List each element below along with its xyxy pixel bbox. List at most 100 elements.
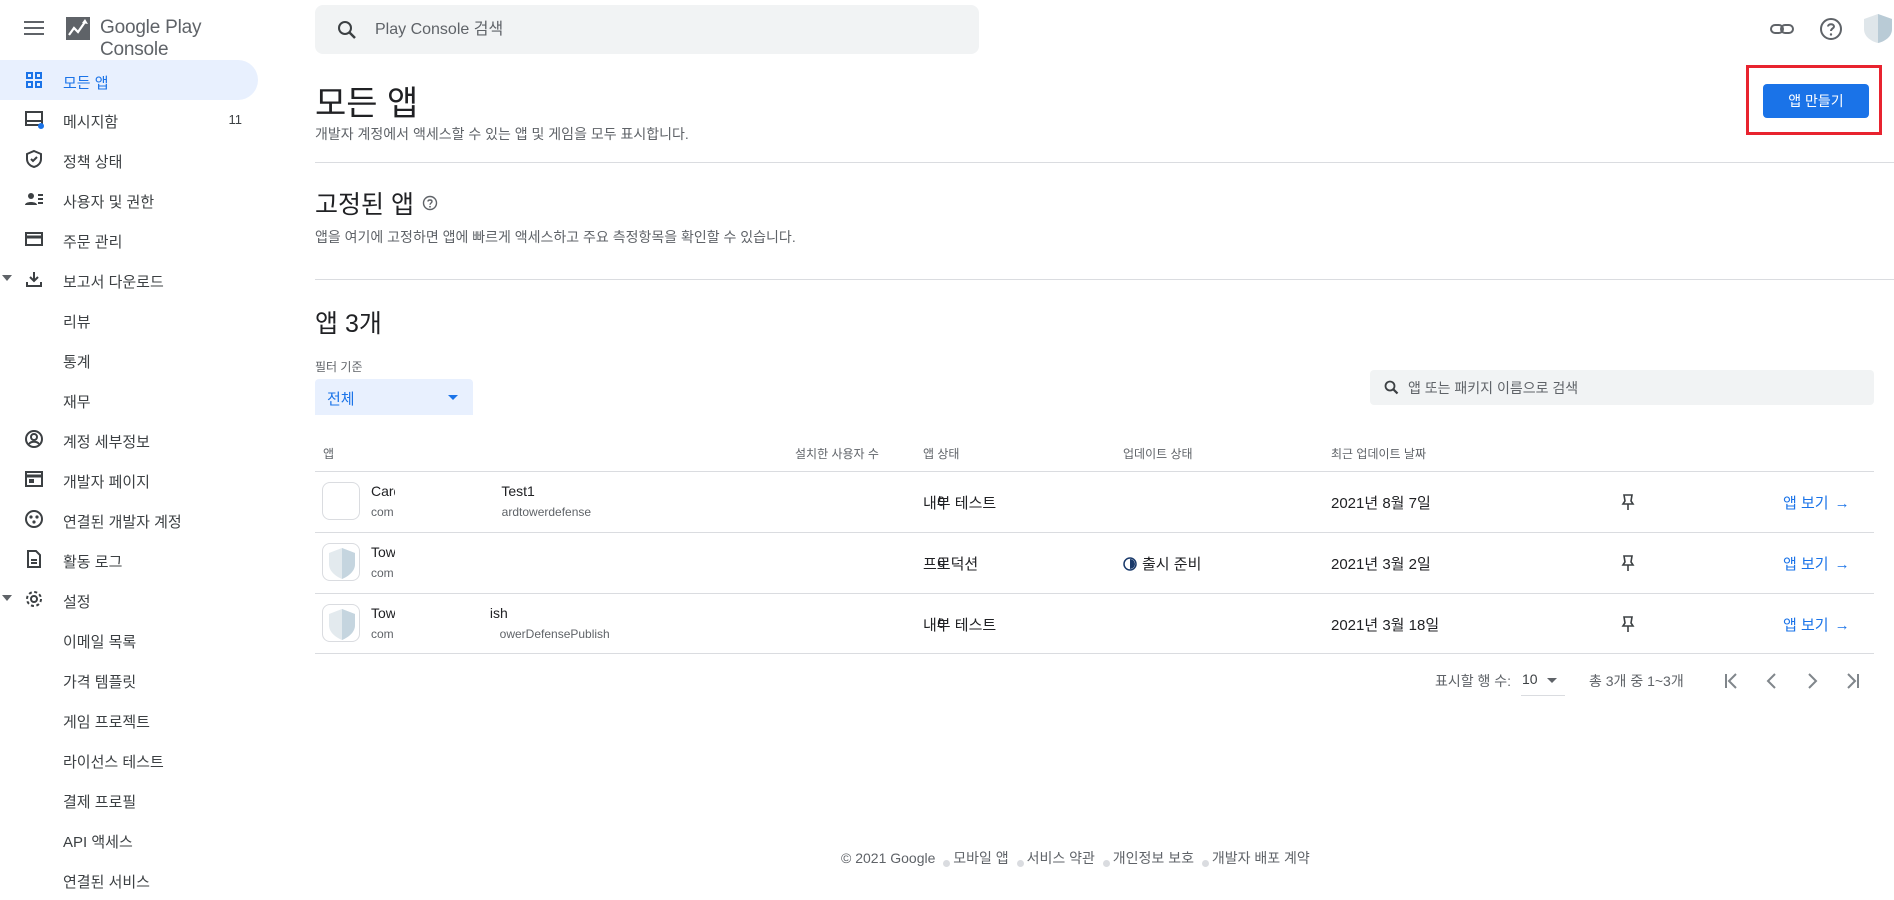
link-icon[interactable] bbox=[1769, 16, 1795, 42]
sidebar-subitem-game-projects[interactable]: 게임 프로젝트 bbox=[63, 711, 150, 735]
next-page-icon[interactable] bbox=[1800, 670, 1824, 692]
sidebar-item-account-details[interactable]: 계정 세부정보 bbox=[0, 419, 258, 459]
update-status: 출시 준비 bbox=[1123, 553, 1201, 574]
view-app-link[interactable]: 앱 보기 → bbox=[1783, 553, 1850, 574]
brand-name: Google Play Console bbox=[100, 17, 202, 60]
app-status: 내부 테스트 bbox=[923, 495, 997, 512]
footer-link-terms[interactable]: 서비스 약관 bbox=[1027, 850, 1095, 866]
account-avatar[interactable] bbox=[1862, 12, 1894, 44]
shield-app-icon bbox=[322, 604, 360, 642]
footer: © 2021 Google 모바일 앱 서비스 약관 개인정보 보호 개발자 배… bbox=[841, 848, 1310, 868]
chevron-down-icon bbox=[1547, 678, 1557, 683]
separator-dot bbox=[1016, 860, 1024, 867]
sidebar-item-policy-status[interactable]: 정책 상태 bbox=[0, 139, 258, 179]
sidebar-subitem-license-testing[interactable]: 라이선스 테스트 bbox=[63, 751, 164, 775]
app-search-bar[interactable] bbox=[1370, 370, 1874, 405]
apps-count-title: 앱 3개 bbox=[315, 310, 382, 338]
last-updated-date: 2021년 3월 2일 bbox=[1331, 556, 1431, 573]
filter-dropdown[interactable]: 전체 bbox=[315, 379, 473, 415]
sidebar-item-all-apps[interactable]: 모든 앱 bbox=[0, 60, 258, 100]
rows-per-page-label: 표시할 행 수: bbox=[1435, 673, 1512, 689]
help-icon[interactable] bbox=[422, 195, 438, 211]
view-app-link[interactable]: 앱 보기 → bbox=[1783, 614, 1850, 635]
hamburger-menu-icon[interactable] bbox=[22, 17, 46, 41]
separator-dot bbox=[1102, 860, 1110, 867]
web-page-icon bbox=[25, 471, 43, 487]
sidebar-item-download-reports[interactable]: 보고서 다운로드 bbox=[0, 259, 258, 299]
play-console-logo bbox=[66, 17, 90, 40]
sidebar-item-linked-developer-accounts[interactable]: 연결된 개발자 계정 bbox=[0, 499, 258, 539]
sidebar-subitem-email-lists[interactable]: 이메일 목록 bbox=[63, 631, 136, 655]
sidebar-subitem-reviews[interactable]: 리뷰 bbox=[63, 311, 91, 335]
sidebar-item-label: 정책 상태 bbox=[63, 154, 123, 171]
table-row[interactable]: Tow com 0 프로덕션 출시 준비 2021년 3월 2일 앱 보기 → bbox=[315, 532, 1874, 593]
sidebar: Google Play Console 모든 앱 메시지함 11 정책 상태 사… bbox=[0, 0, 270, 900]
first-page-icon[interactable] bbox=[1720, 670, 1744, 692]
redaction bbox=[395, 537, 479, 591]
sidebar-subitem-pricing-templates[interactable]: 가격 템플릿 bbox=[63, 671, 136, 695]
last-page-icon[interactable] bbox=[1840, 670, 1864, 692]
brand-header: Google Play Console bbox=[0, 0, 270, 60]
linked-accounts-icon bbox=[25, 510, 43, 528]
pin-icon[interactable] bbox=[1620, 493, 1636, 511]
column-header-update-status: 업데이트 상태 bbox=[1123, 447, 1193, 461]
app-package: com bbox=[371, 566, 394, 580]
chevron-down-icon bbox=[2, 595, 12, 601]
global-search-input[interactable] bbox=[375, 19, 955, 41]
app-status: 내부 테스트 bbox=[923, 617, 997, 634]
sidebar-item-users-permissions[interactable]: 사용자 및 권한 bbox=[0, 179, 258, 219]
inbox-count-badge: 11 bbox=[228, 112, 243, 127]
footer-link-distribution-agreement[interactable]: 개발자 배포 계약 bbox=[1212, 850, 1310, 866]
filter-value: 전체 bbox=[327, 391, 355, 408]
filter-label: 필터 기준 bbox=[315, 360, 363, 374]
divider bbox=[315, 279, 1894, 280]
pin-icon[interactable] bbox=[1620, 615, 1636, 633]
people-icon bbox=[25, 193, 43, 205]
sidebar-item-inbox[interactable]: 메시지함 11 bbox=[0, 99, 258, 139]
sidebar-subitem-statistics[interactable]: 통계 bbox=[63, 351, 91, 375]
column-header-installs[interactable]: 설치한 사용자 수 bbox=[795, 445, 879, 462]
download-icon bbox=[26, 272, 42, 287]
app-icon-blank bbox=[322, 482, 360, 520]
sidebar-subitem-financial[interactable]: 재무 bbox=[63, 391, 91, 415]
pagination: 표시할 행 수: 10 총 3개 중 1~3개 bbox=[1420, 666, 1880, 696]
separator-dot bbox=[1201, 860, 1209, 867]
table-row[interactable]: Tow ish com owerDefensePublish 0 내부 테스트 20… bbox=[315, 593, 1874, 654]
sidebar-item-activity-log[interactable]: 활동 로그 bbox=[0, 539, 258, 579]
redaction bbox=[395, 598, 479, 652]
shield-check-icon bbox=[26, 149, 42, 169]
app-name: Tow bbox=[371, 544, 396, 560]
sidebar-subitem-api-access[interactable]: API 액세스 bbox=[63, 831, 133, 855]
global-search-bar[interactable] bbox=[315, 5, 979, 54]
search-icon bbox=[338, 21, 356, 39]
table-row[interactable]: Card Test1 com ardtowerdefense 0 내부 테스트 20… bbox=[315, 471, 1874, 532]
sidebar-item-order-management[interactable]: 주문 관리 bbox=[0, 219, 258, 259]
footer-link-mobile-app[interactable]: 모바일 앱 bbox=[953, 850, 1008, 866]
previous-page-icon[interactable] bbox=[1760, 670, 1784, 692]
sidebar-item-developer-page[interactable]: 개발자 페이지 bbox=[0, 459, 258, 499]
last-updated-date: 2021년 3월 18일 bbox=[1331, 617, 1440, 634]
sidebar-item-label: 연결된 개발자 계정 bbox=[63, 514, 182, 531]
sidebar-subitem-payments-profile[interactable]: 결제 프로필 bbox=[63, 791, 136, 815]
sidebar-item-label: 개발자 페이지 bbox=[63, 474, 150, 491]
arrow-right-icon: → bbox=[1834, 495, 1850, 512]
divider bbox=[315, 162, 1894, 163]
footer-link-privacy[interactable]: 개인정보 보호 bbox=[1113, 850, 1194, 866]
sidebar-item-label: 보고서 다운로드 bbox=[63, 274, 164, 291]
pending-clock-icon bbox=[1123, 557, 1137, 571]
rows-per-page-dropdown[interactable]: 10 bbox=[1521, 666, 1565, 696]
pinned-apps-title: 고정된 앱 bbox=[315, 191, 414, 219]
sidebar-item-settings[interactable]: 설정 bbox=[0, 579, 258, 619]
column-header-app-status: 앱 상태 bbox=[923, 447, 960, 461]
help-icon[interactable] bbox=[1818, 16, 1844, 42]
sidebar-item-label: 주문 관리 bbox=[63, 234, 123, 251]
shield-app-icon bbox=[322, 543, 360, 581]
column-header-last-updated[interactable]: 최근 업데이트 날짜 bbox=[1331, 445, 1426, 462]
sidebar-subitem-linked-services[interactable]: 연결된 서비스 bbox=[63, 871, 150, 895]
create-app-button[interactable]: 앱 만들기 bbox=[1763, 84, 1869, 118]
view-app-link[interactable]: 앱 보기 → bbox=[1783, 492, 1850, 513]
inbox-icon bbox=[25, 111, 44, 129]
credit-card-icon bbox=[25, 232, 43, 246]
pin-icon[interactable] bbox=[1620, 554, 1636, 572]
app-search-input[interactable] bbox=[1408, 378, 1858, 398]
